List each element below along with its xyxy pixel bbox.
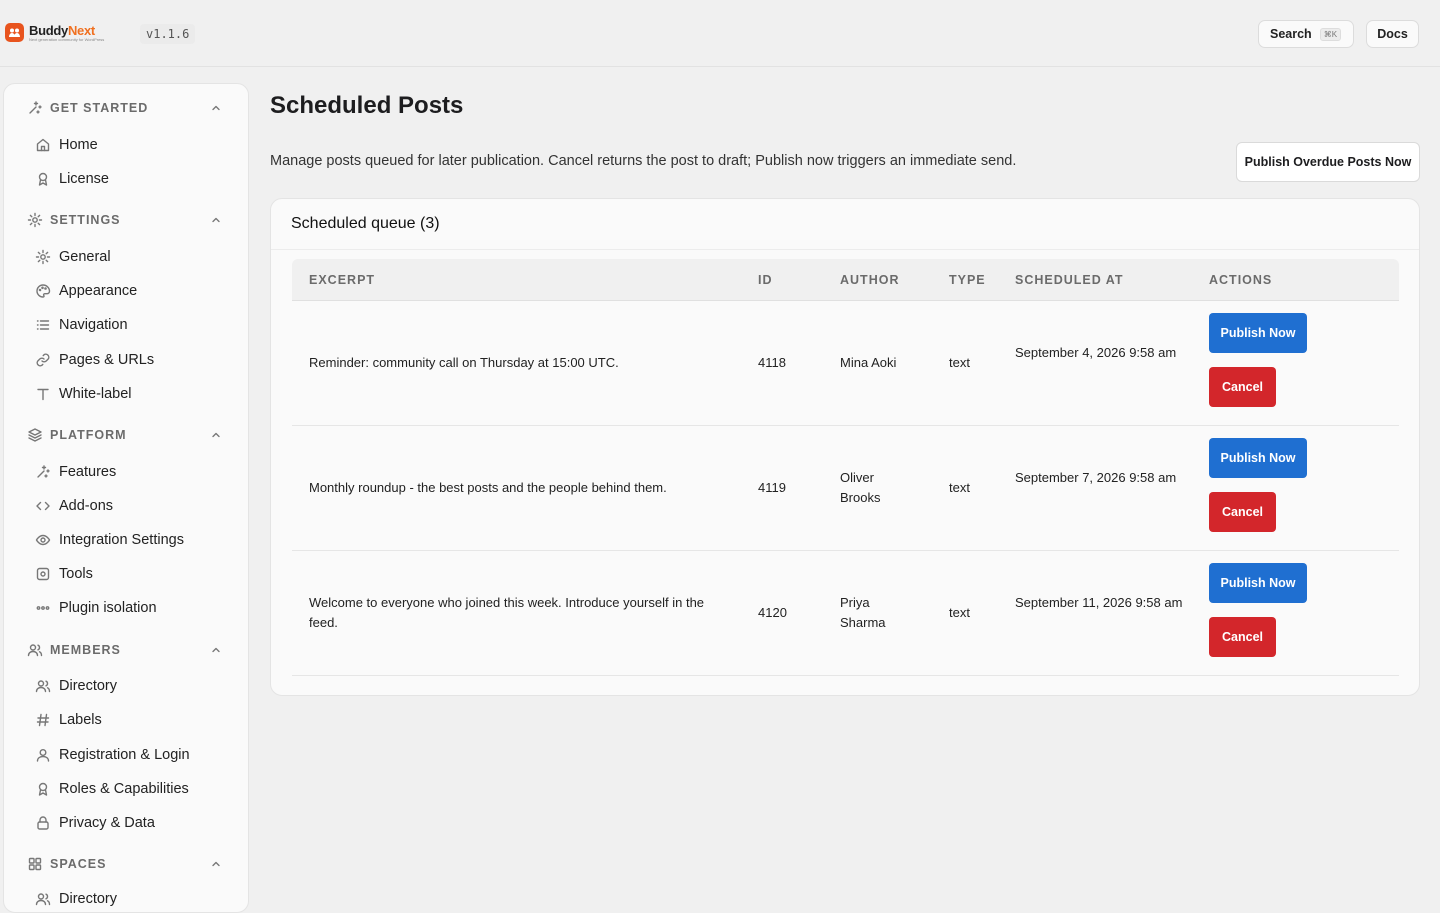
- users-icon: [35, 680, 51, 693]
- card-header: Scheduled queue (3): [271, 199, 1419, 250]
- page-title: Scheduled Posts: [270, 92, 464, 119]
- cell-author: Priya Sharma: [840, 595, 886, 630]
- table-row: Reminder: community call on Thursday at …: [292, 301, 1399, 426]
- publish-now-button[interactable]: Publish Now: [1209, 563, 1307, 603]
- users-icon: [27, 644, 43, 657]
- cell-id: 4120: [758, 605, 787, 620]
- grid-icon: [28, 857, 42, 871]
- sidebar-item-features[interactable]: Features: [4, 458, 248, 486]
- sidebar-item-navigation[interactable]: Navigation: [4, 311, 248, 339]
- table-row: Welcome to everyone who joined this week…: [292, 551, 1399, 676]
- brand-logo[interactable]: BuddyNext Next generation community for …: [5, 23, 104, 42]
- sidebar-item-labels[interactable]: Labels: [4, 706, 248, 734]
- sidebar-item-directory[interactable]: Directory: [4, 672, 248, 700]
- brand-logo-icon: [5, 23, 24, 42]
- table-row: Monthly roundup - the best posts and the…: [292, 426, 1399, 551]
- sidebar: GET STARTED Home License SETTINGS Genera…: [3, 83, 249, 913]
- cancel-button[interactable]: Cancel: [1209, 617, 1276, 657]
- sidebar-item-roles-capabilities[interactable]: Roles & Capabilities: [4, 775, 248, 803]
- section-get-started[interactable]: GET STARTED: [4, 96, 248, 120]
- table-header: EXCERPT ID AUTHOR TYPE SCHEDULED AT ACTI…: [292, 259, 1399, 301]
- brand-name: BuddyNext: [29, 22, 95, 38]
- cell-type: text: [949, 605, 970, 620]
- column-header-scheduled-at[interactable]: SCHEDULED AT: [1015, 273, 1124, 287]
- column-header-excerpt[interactable]: EXCERPT: [309, 273, 375, 287]
- sidebar-item-privacy-data[interactable]: Privacy & Data: [4, 809, 248, 837]
- list-icon: [36, 320, 50, 330]
- cell-type: text: [949, 480, 970, 495]
- publish-overdue-posts-button[interactable]: Publish Overdue Posts Now: [1236, 142, 1420, 182]
- queue-title: Scheduled queue (3): [291, 215, 440, 232]
- brand-tagline: Next generation community for WordPress: [29, 36, 105, 42]
- page-description: Manage posts queued for later publicatio…: [270, 153, 1017, 169]
- cog-box-icon: [36, 567, 50, 581]
- chevron-up-icon[interactable]: [210, 644, 222, 656]
- sidebar-item-appearance[interactable]: Appearance: [4, 277, 248, 305]
- docs-button[interactable]: Docs: [1366, 20, 1419, 48]
- gear-icon: [27, 212, 43, 228]
- search-button[interactable]: Search ⌘K: [1258, 20, 1354, 48]
- dots-icon: [36, 606, 50, 610]
- award-icon: [38, 782, 48, 796]
- search-shortcut: ⌘K: [1319, 27, 1342, 41]
- link-icon: [36, 353, 50, 367]
- publish-now-button[interactable]: Publish Now: [1209, 313, 1307, 353]
- chevron-up-icon[interactable]: [210, 102, 222, 114]
- chevron-up-icon[interactable]: [210, 429, 222, 441]
- home-icon: [36, 138, 50, 152]
- cancel-button[interactable]: Cancel: [1209, 367, 1276, 407]
- column-header-actions: ACTIONS: [1209, 273, 1273, 287]
- section-members[interactable]: MEMBERS: [4, 638, 248, 662]
- column-header-id[interactable]: ID: [758, 273, 773, 287]
- cell-scheduled-at: September 4, 2026 9:58 am: [1015, 345, 1177, 360]
- search-label: Search: [1270, 27, 1312, 41]
- gear-icon: [35, 249, 51, 265]
- cell-author: Oliver Brooks: [840, 470, 881, 505]
- scheduled-queue-card: Scheduled queue (3) EXCERPT ID AUTHOR TY…: [270, 198, 1420, 696]
- sidebar-item-pages-urls[interactable]: Pages & URLs: [4, 346, 248, 374]
- cell-excerpt: Welcome to everyone who joined this week…: [309, 595, 705, 630]
- sidebar-item-plugin-isolation[interactable]: Plugin isolation: [4, 594, 248, 622]
- lock-icon: [37, 816, 49, 830]
- layers-icon: [28, 428, 42, 442]
- type-icon: [37, 388, 49, 401]
- award-icon: [38, 172, 48, 186]
- section-platform[interactable]: PLATFORM: [4, 423, 248, 447]
- user-icon: [36, 749, 50, 762]
- cell-id: 4118: [758, 355, 786, 370]
- sidebar-item-license[interactable]: License: [4, 165, 248, 193]
- eye-icon: [35, 534, 51, 546]
- sparkles-icon: [29, 101, 42, 114]
- sidebar-item-registration-login[interactable]: Registration & Login: [4, 741, 248, 769]
- palette-icon: [36, 284, 51, 298]
- sidebar-item-tools[interactable]: Tools: [4, 560, 248, 588]
- cell-excerpt: Reminder: community call on Thursday at …: [309, 355, 619, 370]
- chevron-up-icon[interactable]: [210, 858, 222, 870]
- cell-scheduled-at: September 11, 2026 9:58 am: [1015, 595, 1183, 610]
- column-header-type[interactable]: TYPE: [949, 273, 986, 287]
- section-spaces[interactable]: SPACES: [4, 852, 248, 876]
- sidebar-item-white-label[interactable]: White-label: [4, 380, 248, 408]
- code-icon: [36, 501, 50, 511]
- cell-author: Mina Aoki: [840, 355, 897, 370]
- column-header-author[interactable]: AUTHOR: [840, 273, 899, 287]
- sidebar-item-add-ons[interactable]: Add-ons: [4, 492, 248, 520]
- cell-id: 4119: [758, 480, 786, 495]
- sidebar-item-spaces-directory[interactable]: Directory: [4, 885, 248, 912]
- cancel-button[interactable]: Cancel: [1209, 492, 1276, 532]
- sparkles-icon: [37, 465, 50, 478]
- publish-now-button[interactable]: Publish Now: [1209, 438, 1307, 478]
- cell-scheduled-at: September 7, 2026 9:58 am: [1015, 470, 1177, 485]
- users-icon: [35, 893, 51, 906]
- sidebar-item-integration-settings[interactable]: Integration Settings: [4, 526, 248, 554]
- cell-type: text: [949, 355, 970, 370]
- version-badge: v1.1.6: [140, 24, 196, 44]
- hash-icon: [36, 713, 50, 727]
- top-bar: BuddyNext Next generation community for …: [0, 0, 1440, 67]
- chevron-up-icon[interactable]: [210, 214, 222, 226]
- cell-excerpt: Monthly roundup - the best posts and the…: [309, 480, 667, 495]
- sidebar-item-home[interactable]: Home: [4, 131, 248, 159]
- section-settings[interactable]: SETTINGS: [4, 208, 248, 232]
- sidebar-item-general[interactable]: General: [4, 243, 248, 271]
